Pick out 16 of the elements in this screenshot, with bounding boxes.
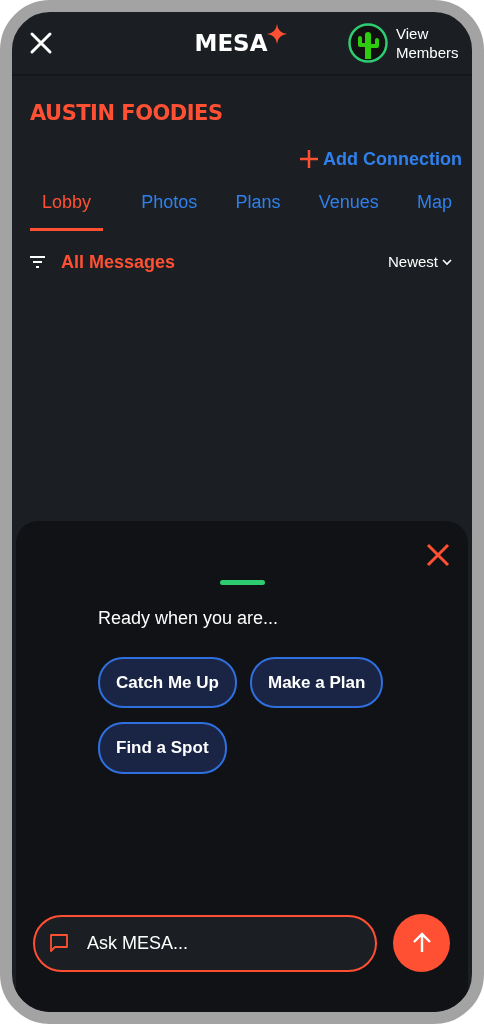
prompt-text: Ready when you are... — [98, 606, 280, 630]
suggestion-chip[interactable]: Find a Spot — [98, 722, 227, 774]
tab[interactable]: Lobby — [30, 180, 104, 231]
logo-text: MESA — [194, 28, 268, 58]
view-members-link[interactable]: View Members — [348, 23, 466, 63]
add-connection-link[interactable]: Add Connection — [299, 145, 462, 173]
group-title: AUSTIN FOODIES — [30, 100, 224, 127]
suggestion-chip[interactable]: Catch Me Up — [98, 656, 237, 708]
filter-label[interactable]: All Messages — [61, 248, 176, 276]
tab[interactable]: Map — [416, 180, 452, 231]
tab[interactable]: Venues — [318, 180, 379, 231]
sort-dropdown[interactable]: Newest — [387, 250, 452, 274]
suggestion-chip[interactable]: Make a Plan — [249, 656, 384, 708]
ask-input-field[interactable]: Ask MESA... — [33, 914, 377, 972]
tab[interactable]: Photos — [141, 180, 198, 231]
tab[interactable]: Plans — [235, 180, 281, 231]
